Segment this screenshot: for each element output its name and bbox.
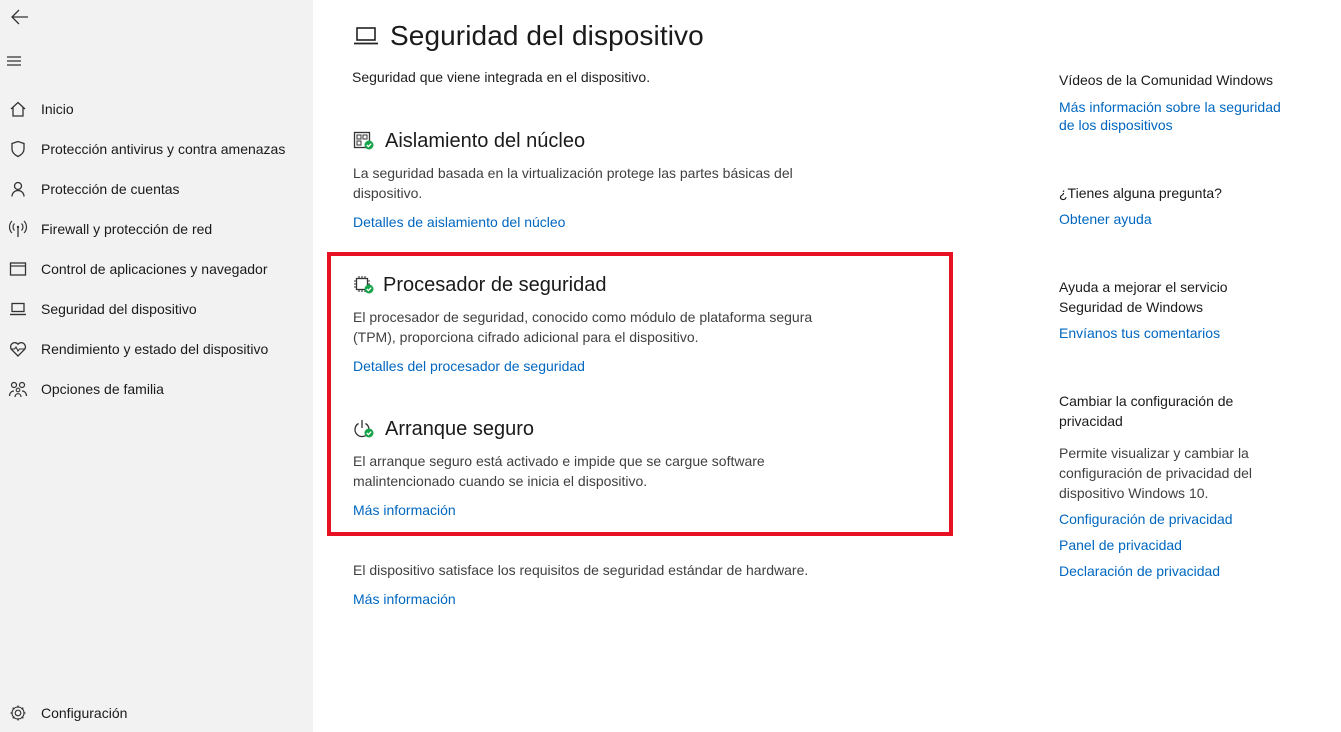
sidebar-item-configuracion[interactable]: Configuración: [0, 695, 313, 731]
sidebar-item-cuentas[interactable]: Protección de cuentas: [0, 171, 313, 207]
menu-button[interactable]: [0, 46, 28, 76]
hardware-more-info-link[interactable]: Más información: [353, 591, 456, 607]
sidebar-item-firewall[interactable]: Firewall y protección de red: [0, 211, 313, 247]
privacy-title: Cambiar la configuración de privacidad: [1059, 393, 1234, 429]
core-isolation-details-link[interactable]: Detalles de aislamiento del núcleo: [353, 214, 565, 230]
wifi-icon: [4, 219, 32, 239]
device-security-info-link[interactable]: Más información sobre la seguridad de lo…: [1059, 98, 1299, 134]
laptop-icon: [4, 299, 32, 319]
sidebar-item-label: Inicio: [41, 101, 74, 117]
sidebar-item-antivirus[interactable]: Protección antivirus y contra amenazas: [0, 131, 313, 167]
sidebar-item-rendimiento[interactable]: Rendimiento y estado del dispositivo: [0, 331, 313, 367]
sidebar-item-familia[interactable]: Opciones de familia: [0, 371, 313, 407]
sidebar-item-label: Seguridad del dispositivo: [41, 301, 197, 317]
sidebar: Inicio Protección antivirus y contra ame…: [0, 0, 313, 732]
laptop-icon: [353, 25, 379, 47]
page-title: Seguridad del dispositivo: [390, 20, 704, 51]
sidebar-item-label: Protección antivirus y contra amenazas: [41, 141, 286, 157]
sidebar-item-label: Rendimiento y estado del dispositivo: [41, 341, 269, 357]
back-arrow-icon: [11, 9, 29, 25]
videos-title: Vídeos de la Comunidad Windows: [1059, 72, 1274, 88]
core-isolation-icon: [353, 131, 375, 151]
sidebar-item-label: Protección de cuentas: [41, 181, 180, 197]
sidebar-item-label: Firewall y protección de red: [41, 221, 213, 237]
privacy-dashboard-link[interactable]: Panel de privacidad: [1059, 536, 1182, 554]
send-feedback-link[interactable]: Envíanos tus comentarios: [1059, 324, 1220, 342]
section-description: La seguridad basada en la virtualización…: [353, 165, 793, 201]
shield-icon: [4, 139, 32, 159]
get-help-link[interactable]: Obtener ayuda: [1059, 210, 1152, 228]
privacy-settings-link[interactable]: Configuración de privacidad: [1059, 510, 1233, 528]
section-title: Aislamiento del núcleo: [385, 130, 586, 152]
question-title: ¿Tienes alguna pregunta?: [1059, 185, 1222, 201]
family-icon: [4, 379, 32, 399]
sidebar-item-label: Configuración: [41, 705, 128, 721]
hamburger-icon: [6, 55, 22, 67]
improve-title: Ayuda a mejorar el servicio Seguridad de…: [1059, 279, 1228, 315]
page-subtitle: Seguridad que viene integrada en el disp…: [352, 69, 651, 85]
sidebar-item-seguridad-dispositivo[interactable]: Seguridad del dispositivo: [0, 291, 313, 327]
gear-icon: [4, 703, 32, 723]
sidebar-item-aplicaciones[interactable]: Control de aplicaciones y navegador: [0, 251, 313, 287]
privacy-description: Permite visualizar y cambiar la configur…: [1059, 445, 1253, 501]
heart-pulse-icon: [4, 339, 32, 359]
sidebar-item-inicio[interactable]: Inicio: [0, 91, 313, 127]
privacy-statement-link[interactable]: Declaración de privacidad: [1059, 562, 1220, 580]
hardware-status-text: El dispositivo satisface los requisitos …: [353, 562, 809, 578]
sidebar-item-label: Control de aplicaciones y navegador: [41, 261, 268, 277]
browser-window-icon: [4, 259, 32, 279]
home-icon: [4, 99, 32, 119]
person-icon: [4, 179, 32, 199]
sidebar-item-label: Opciones de familia: [41, 381, 164, 397]
highlight-box: [327, 252, 953, 536]
back-button[interactable]: [0, 2, 40, 32]
